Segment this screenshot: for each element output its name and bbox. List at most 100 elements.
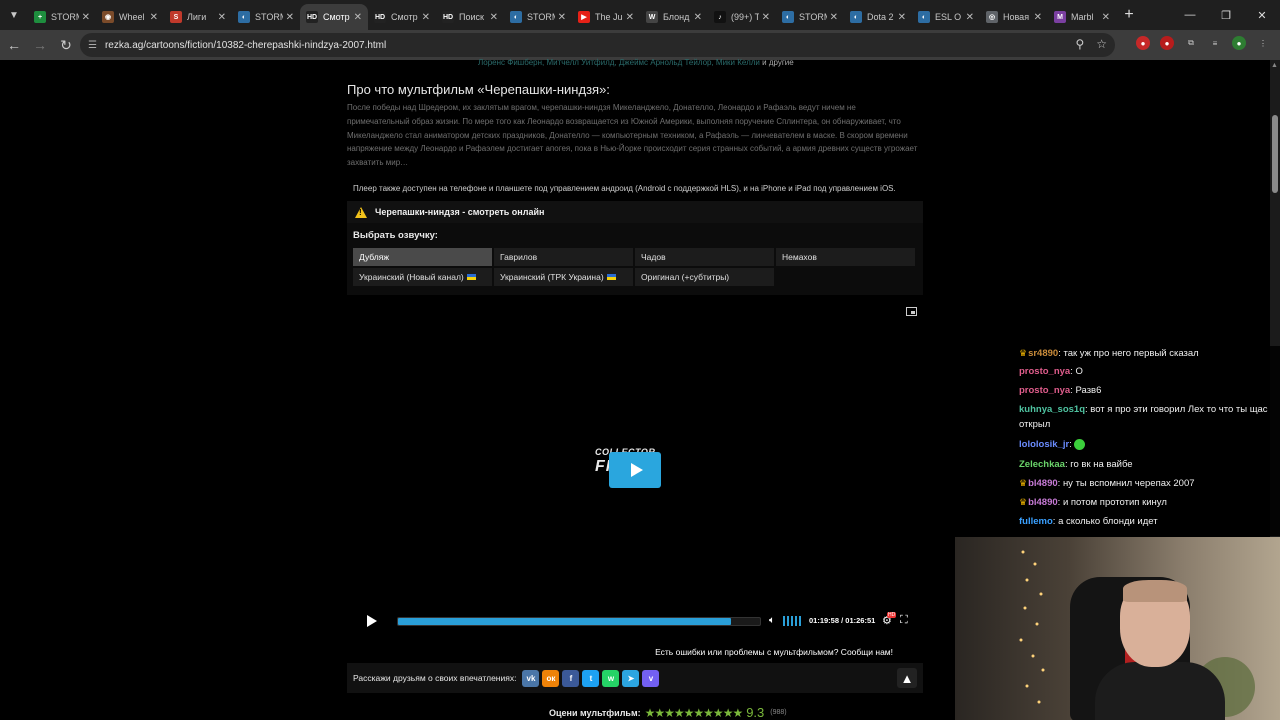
browser-tab[interactable]: + STORM✕ (28, 4, 96, 30)
tab-close-icon[interactable]: ✕ (626, 12, 634, 23)
minimize-icon[interactable]: — (1172, 0, 1208, 30)
tab-close-icon[interactable]: ✕ (490, 12, 498, 23)
chat-username[interactable]: kuhnya_sos1q (1019, 404, 1085, 415)
address-bar[interactable]: ☰ rezka.ag/cartoons/fiction/10382-cherep… (80, 33, 1115, 57)
voice-option[interactable]: Дубляж (353, 248, 492, 266)
browser-tab[interactable]: ◎ Новая ✕ (980, 4, 1048, 30)
tab-close-icon[interactable]: ✕ (286, 12, 294, 23)
forward-icon[interactable]: → (28, 33, 52, 57)
tab-close-icon[interactable]: ✕ (694, 12, 702, 23)
browser-tab[interactable]: ◐ Dota 2 ✕ (844, 4, 912, 30)
picture-in-picture-icon[interactable] (906, 307, 917, 316)
extensions-puzzle-icon[interactable]: ⧉ (1184, 36, 1198, 50)
report-problem-link[interactable]: Есть ошибки или проблемы с мультфильмом?… (655, 647, 893, 657)
voice-option-label: Украинский (Новый канал) (359, 272, 464, 282)
voice-option[interactable]: Оригинал (+субтитры) (635, 268, 774, 286)
tab-close-icon[interactable]: ✕ (218, 12, 226, 23)
browser-menu-icon[interactable]: ⋮ (1256, 36, 1270, 50)
volume-icon[interactable]: 🔈︎ (769, 615, 775, 626)
extension-shield-icon[interactable]: ● (1160, 36, 1174, 50)
webcam-overlay (955, 537, 1280, 720)
big-play-button[interactable] (609, 452, 661, 488)
browser-tab[interactable]: ◐ ESL O ✕ (912, 4, 980, 30)
chat-text: го вк на вайбе (1070, 459, 1133, 470)
zoom-icon[interactable]: ⚲ (1075, 37, 1084, 51)
browser-tab[interactable]: ♪ (99+) T ✕ (708, 4, 776, 30)
chat-username[interactable]: prosto_nya (1019, 366, 1070, 377)
chat-username[interactable]: lololosik_jr (1019, 439, 1069, 450)
chat-username[interactable]: prosto_nya (1019, 385, 1070, 396)
viber-icon[interactable]: v (642, 669, 660, 687)
tab-close-icon[interactable]: ✕ (82, 12, 90, 23)
browser-tab[interactable]: S Лиги ✕ (164, 4, 232, 30)
tab-search-icon[interactable]: ≡ (1208, 36, 1222, 50)
tab-favicon-icon: ♪ (714, 11, 726, 23)
tab-search-chevron-icon[interactable]: ▼ (0, 0, 28, 30)
tab-favicon-icon: HD (442, 11, 454, 23)
tab-close-icon[interactable]: ✕ (422, 12, 430, 23)
control-play-icon[interactable] (367, 615, 377, 627)
chat-username[interactable]: fullemo (1019, 516, 1053, 527)
seek-bar[interactable] (397, 617, 761, 626)
facebook-icon[interactable]: f (562, 669, 580, 687)
browser-tab[interactable]: M Marbl ✕ (1048, 4, 1116, 30)
voice-option-label: Оригинал (+субтитры) (641, 272, 730, 282)
rating-stars[interactable]: ★★★★★★★★★★ (645, 706, 744, 720)
browser-tab[interactable]: HD Смотр ✕ (368, 4, 436, 30)
volume-slider[interactable] (783, 616, 801, 626)
tab-close-icon[interactable]: ✕ (762, 12, 770, 23)
restore-icon[interactable]: ❐ (1208, 0, 1244, 30)
profile-avatar-icon[interactable]: ● (1232, 36, 1246, 50)
cast-links[interactable]: Лоренс Фишберн, Митчелл Уитфилд, Джеймс … (478, 58, 760, 67)
tab-title: (99+) T (731, 12, 759, 22)
browser-tab[interactable]: HD Смотр ✕ (300, 4, 368, 30)
browser-tab[interactable]: ▶ The Ju ✕ (572, 4, 640, 30)
scroll-up-arrow-icon[interactable]: ▲ (1271, 62, 1278, 69)
tab-title: Новая (1003, 12, 1030, 22)
voice-option[interactable]: Гаврилов (494, 248, 633, 266)
voice-option[interactable]: Украинский (Новый канал) (353, 268, 492, 286)
tab-close-icon[interactable]: ✕ (898, 12, 906, 23)
browser-tab[interactable]: ◉ Wheel ✕ (96, 4, 164, 30)
tab-close-icon[interactable]: ✕ (966, 12, 974, 23)
voice-option[interactable]: Чадов (635, 248, 774, 266)
scroll-up-icon[interactable]: ▲ (897, 668, 917, 688)
browser-tab[interactable]: ◐ STORM✕ (504, 4, 572, 30)
fullscreen-icon[interactable]: ⛶ (900, 614, 908, 627)
reload-icon[interactable]: ↻ (54, 33, 78, 57)
voice-option[interactable]: Немахов (776, 248, 915, 266)
chat-text: О (1075, 366, 1083, 377)
tab-favicon-icon: M (1054, 11, 1066, 23)
voice-option[interactable]: Украинский (ТРК Украина) (494, 268, 633, 286)
browser-tab[interactable]: HD Поиск ✕ (436, 4, 504, 30)
tab-close-icon[interactable]: ✕ (1102, 12, 1110, 23)
tab-close-icon[interactable]: ✕ (150, 12, 158, 23)
bookmark-star-icon[interactable]: ☆ (1096, 37, 1107, 51)
scrollbar-thumb[interactable] (1272, 115, 1278, 193)
tab-title: Смотр (323, 12, 350, 22)
twitter-icon[interactable]: t (582, 669, 600, 687)
site-info-icon[interactable]: ☰ (88, 40, 97, 51)
tab-close-icon[interactable]: ✕ (558, 12, 566, 23)
close-window-icon[interactable]: ✕ (1244, 0, 1280, 30)
browser-tab[interactable]: ◐ STORM✕ (776, 4, 844, 30)
browser-tab[interactable]: ◐ STORM✕ (232, 4, 300, 30)
ok-icon[interactable]: ок (542, 669, 560, 687)
tab-close-icon[interactable]: ✕ (830, 12, 838, 23)
new-tab-button[interactable]: + (1116, 2, 1142, 28)
browser-tab[interactable]: W Блонд ✕ (640, 4, 708, 30)
telegram-icon[interactable]: ➤ (622, 669, 640, 687)
chat-username[interactable]: bl4890 (1028, 497, 1058, 508)
vk-icon[interactable]: vk (522, 669, 540, 687)
video-player[interactable]: COLLECTOR FILM 🔈︎ 01:19:58 / 01:26:51 ⚙ … (347, 295, 923, 663)
whatsapp-icon[interactable]: w (602, 669, 620, 687)
extension-red-icon[interactable]: ● (1136, 36, 1150, 50)
chat-username[interactable]: Zelechkaa (1019, 459, 1065, 470)
url-text[interactable]: rezka.ag/cartoons/fiction/10382-cherepas… (105, 40, 386, 51)
chat-username[interactable]: sr4890 (1028, 348, 1058, 359)
chat-username[interactable]: bl4890 (1028, 478, 1058, 489)
tab-close-icon[interactable]: ✕ (354, 12, 362, 23)
tab-close-icon[interactable]: ✕ (1034, 12, 1042, 23)
seek-bar-progress (398, 618, 732, 625)
back-icon[interactable]: ← (2, 33, 26, 57)
